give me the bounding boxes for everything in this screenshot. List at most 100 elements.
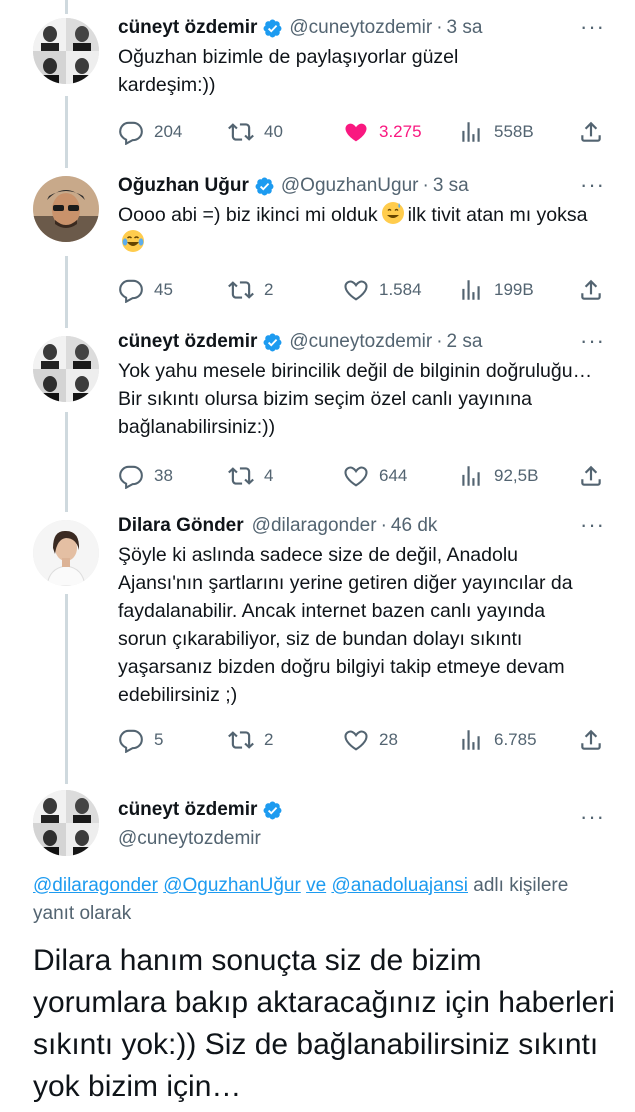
views-button[interactable]: 199B <box>458 275 534 305</box>
reply-button[interactable]: 45 <box>118 275 173 305</box>
timestamp[interactable]: 3 sa <box>433 174 469 198</box>
author-handle[interactable]: @dilaragonder <box>252 514 377 538</box>
views-count: 199B <box>494 280 534 299</box>
more-icon[interactable]: ··· <box>580 330 605 352</box>
author-name[interactable]: Dilara Gönder <box>118 514 244 538</box>
share-button[interactable] <box>578 725 614 755</box>
tweet-header: Oğuzhan Uğur @OguzhanUgur · 3 sa <box>118 174 615 198</box>
views-icon <box>458 277 484 303</box>
verified-badge-icon <box>254 176 275 197</box>
author-name[interactable]: cüneyt özdemir <box>118 16 257 40</box>
author-handle[interactable]: @cuneytozdemir <box>289 16 432 40</box>
views-count: 6.785 <box>494 730 537 749</box>
reply-context: @dilaragonder @OguzhanUğur ve @anadoluaj… <box>33 872 613 928</box>
retweet-count: 2 <box>264 280 274 299</box>
timestamp[interactable]: 2 sa <box>447 330 483 354</box>
reply-button[interactable]: 204 <box>118 117 182 147</box>
share-button[interactable] <box>578 117 614 147</box>
tweet-actions: 5 2 28 6.785 <box>118 725 615 755</box>
timestamp[interactable]: 46 dk <box>391 514 437 538</box>
author-name[interactable]: Oğuzhan Uğur <box>118 174 249 198</box>
thread-line <box>65 0 68 14</box>
tweet-actions: 45 2 1.584 199B <box>118 275 615 305</box>
joy-emoji <box>121 229 145 253</box>
tweet[interactable]: cüneyt özdemir @cuneytozdemir · 2 sa ···… <box>0 330 635 491</box>
retweet-count: 2 <box>264 730 274 749</box>
tweet[interactable]: Dilara Gönder @dilaragonder · 46 dk ··· … <box>0 514 635 755</box>
timestamp[interactable]: 3 sa <box>447 16 483 40</box>
like-button[interactable]: 1.584 <box>343 275 422 305</box>
retweet-button[interactable]: 2 <box>228 275 273 305</box>
tweet-text: Yok yahu mesele birincilik değil de bilg… <box>118 360 593 438</box>
author-name[interactable]: cüneyt özdemir <box>118 798 257 822</box>
retweet-button[interactable]: 40 <box>228 117 283 147</box>
retweet-icon <box>228 119 254 145</box>
tweet-actions: 38 4 644 92,5B <box>118 461 615 491</box>
like-count: 1.584 <box>379 280 422 299</box>
retweet-count: 40 <box>264 122 283 141</box>
views-icon <box>458 463 484 489</box>
reply-icon <box>118 727 144 753</box>
reply-icon <box>118 119 144 145</box>
mention-link[interactable]: @anadoluajansi <box>331 875 468 896</box>
separator-dot: · <box>422 175 429 196</box>
reply-joiner: ve <box>306 875 327 896</box>
reply-count: 45 <box>154 280 173 299</box>
reply-icon <box>118 277 144 303</box>
tweet-actions: 204 40 3.275 558B <box>118 117 615 147</box>
views-button[interactable]: 6.785 <box>458 725 537 755</box>
author-handle[interactable]: @OguzhanUgur <box>281 174 419 198</box>
tweet-text: Oooo abi =) biz ikinci mi olduk ilk tivit… <box>118 201 588 257</box>
more-icon[interactable]: ··· <box>580 514 605 536</box>
separator-dot: · <box>380 515 387 536</box>
tweet-header: cüneyt özdemir @cuneytozdemir · 2 sa <box>118 330 615 354</box>
tweet-header: cüneyt özdemir @cuneytozdemir · 3 sa <box>118 16 615 40</box>
retweet-button[interactable]: 2 <box>228 725 273 755</box>
share-icon <box>578 727 604 753</box>
author-handle[interactable]: @cuneytozdemir <box>118 826 289 852</box>
more-icon[interactable]: ··· <box>580 16 605 38</box>
avatar[interactable] <box>33 790 99 856</box>
views-button[interactable]: 558B <box>458 117 534 147</box>
reply-button[interactable]: 38 <box>118 461 173 491</box>
mention-link[interactable]: @OguzhanUğur <box>163 875 301 896</box>
main-tweet-text: Dilara hanım sonuçta siz de bizim yoruml… <box>33 944 615 1103</box>
like-button[interactable]: 28 <box>343 725 398 755</box>
mention-link[interactable]: @dilaragonder <box>33 875 158 896</box>
author-name[interactable]: cüneyt özdemir <box>118 330 257 354</box>
like-button[interactable]: 644 <box>343 461 407 491</box>
verified-badge-icon <box>262 18 283 39</box>
reply-icon <box>118 463 144 489</box>
separator-dot: · <box>436 331 443 352</box>
retweet-icon <box>228 277 254 303</box>
like-count: 3.275 <box>379 122 422 141</box>
share-icon <box>578 277 604 303</box>
retweet-icon <box>228 463 254 489</box>
views-button[interactable]: 92,5B <box>458 461 538 491</box>
views-icon <box>458 727 484 753</box>
views-icon <box>458 119 484 145</box>
tweet[interactable]: Oğuzhan Uğur @OguzhanUgur · 3 sa ··· Ooo… <box>0 174 635 305</box>
author-handle[interactable]: @cuneytozdemir <box>289 330 432 354</box>
tweet[interactable]: cüneyt özdemir @cuneytozdemir · 3 sa ···… <box>0 16 635 147</box>
views-count: 558B <box>494 122 534 141</box>
like-icon <box>343 727 369 753</box>
more-icon[interactable]: ··· <box>580 806 605 828</box>
more-icon[interactable]: ··· <box>580 174 605 196</box>
like-button[interactable]: 3.275 <box>343 117 422 147</box>
tweet-text: Oğuzhan bizimle de paylaşıyorlar güzel k… <box>118 46 459 96</box>
share-icon <box>578 463 604 489</box>
like-count: 28 <box>379 730 398 749</box>
verified-badge-icon <box>262 800 283 821</box>
reply-button[interactable]: 5 <box>118 725 163 755</box>
like-icon <box>343 277 369 303</box>
retweet-button[interactable]: 4 <box>228 461 273 491</box>
like-count: 644 <box>379 466 408 485</box>
like-icon <box>343 119 369 145</box>
reply-count: 204 <box>154 122 183 141</box>
share-icon <box>578 119 604 145</box>
share-button[interactable] <box>578 461 614 491</box>
share-button[interactable] <box>578 275 614 305</box>
views-count: 92,5B <box>494 466 539 485</box>
tweet-header: Dilara Gönder @dilaragonder · 46 dk <box>118 514 615 538</box>
